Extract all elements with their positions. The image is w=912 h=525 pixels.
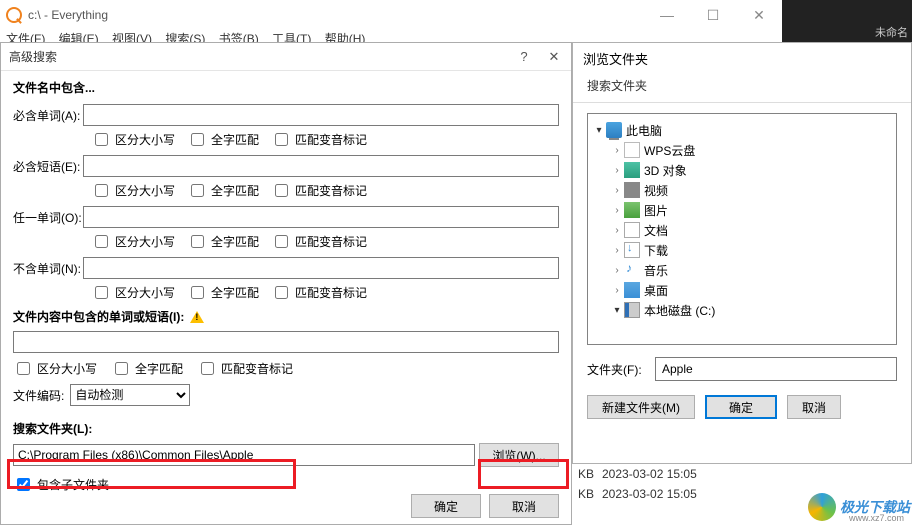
all-words-input[interactable] <box>83 104 559 126</box>
tree-item[interactable]: ›WPS云盘 <box>590 140 894 160</box>
any-word-label: 任一单词(O): <box>13 209 83 226</box>
warning-icon <box>190 311 204 323</box>
folder-field-input[interactable] <box>655 357 897 381</box>
dialog-titlebar: 高级搜索 ? ✕ <box>1 43 571 71</box>
maximize-button[interactable]: ☐ <box>690 0 736 30</box>
whole-word-checkbox[interactable]: 全字匹配 <box>187 130 259 149</box>
none-word-label: 不含单词(N): <box>13 260 83 277</box>
app-icon <box>6 7 22 23</box>
folder-icon <box>624 142 640 158</box>
folder-icon <box>624 222 640 238</box>
browse-cancel-button[interactable]: 取消 <box>787 395 841 419</box>
encoding-label: 文件编码: <box>13 387 64 404</box>
tree-item[interactable]: ›桌面 <box>590 280 894 300</box>
content-section-header: 文件内容中包含的单词或短语(I): <box>13 308 559 325</box>
folder-field-label: 文件夹(F): <box>587 361 647 378</box>
main-menubar[interactable]: 文件(F) 编辑(E) 视图(V) 搜索(S) 书签(B) 工具(T) 帮助(H… <box>0 30 782 42</box>
folder-icon <box>606 122 622 138</box>
tree-item[interactable]: ›音乐 <box>590 260 894 280</box>
content-input[interactable] <box>13 331 559 353</box>
none-word-input[interactable] <box>83 257 559 279</box>
search-folder-label: 搜索文件夹(L): <box>13 420 559 437</box>
search-folder-input[interactable] <box>13 444 475 466</box>
tree-item[interactable]: ▾本地磁盘 (C:) <box>590 300 894 320</box>
watermark: 极光下载站 www.xz7.com <box>808 493 910 521</box>
new-folder-button[interactable]: 新建文件夹(M) <box>587 395 695 419</box>
folder-icon <box>624 302 640 318</box>
dialog-title: 高级搜索 <box>9 48 57 65</box>
phrase-input[interactable] <box>83 155 559 177</box>
filename-section-header: 文件名中包含... <box>13 79 559 96</box>
advanced-search-dialog: 高级搜索 ? ✕ 文件名中包含... 必含单词(A): 区分大小写 全字匹配 匹… <box>0 42 572 525</box>
background-window-strip: 未命名 <box>782 0 912 42</box>
folder-tree[interactable]: ▾此电脑›WPS云盘›3D 对象›视频›图片›文档›下载›音乐›桌面▾本地磁盘 … <box>587 113 897 345</box>
list-item: KB2023-03-02 15:05 <box>572 464 912 484</box>
phrase-label: 必含短语(E): <box>13 158 83 175</box>
tree-item[interactable]: ›下载 <box>590 240 894 260</box>
main-window-title: c:\ - Everything <box>28 8 108 22</box>
include-subfolders-label: 包含子文件夹 <box>37 476 109 493</box>
tree-item[interactable]: ›文档 <box>590 220 894 240</box>
folder-icon <box>624 242 640 258</box>
main-window-controls: — ☐ ✕ <box>644 0 782 30</box>
watermark-logo-icon <box>808 493 836 521</box>
browse-dialog-title: 浏览文件夹 <box>573 43 911 73</box>
ok-button[interactable]: 确定 <box>411 494 481 518</box>
folder-icon <box>624 282 640 298</box>
dialog-close-button[interactable]: ✕ <box>539 46 569 68</box>
tree-item[interactable]: ›3D 对象 <box>590 160 894 180</box>
tree-item[interactable]: ›图片 <box>590 200 894 220</box>
browse-folder-dialog: 浏览文件夹 搜索文件夹 ▾此电脑›WPS云盘›3D 对象›视频›图片›文档›下载… <box>572 42 912 464</box>
include-subfolders-checkbox[interactable] <box>17 478 30 491</box>
close-button[interactable]: ✕ <box>736 0 782 30</box>
folder-icon <box>624 162 640 178</box>
encoding-select[interactable]: 自动检测 <box>70 384 190 406</box>
browse-button[interactable]: 浏览(W)... <box>479 443 559 467</box>
minimize-button[interactable]: — <box>644 0 690 30</box>
tree-item[interactable]: ›视频 <box>590 180 894 200</box>
diacritic-checkbox[interactable]: 匹配变音标记 <box>271 130 367 149</box>
tree-item[interactable]: ▾此电脑 <box>590 120 894 140</box>
case-checkbox[interactable]: 区分大小写 <box>91 130 175 149</box>
browse-ok-button[interactable]: 确定 <box>705 395 777 419</box>
folder-icon <box>624 182 640 198</box>
cancel-button[interactable]: 取消 <box>489 494 559 518</box>
browse-dialog-instruction: 搜索文件夹 <box>573 73 911 102</box>
any-word-input[interactable] <box>83 206 559 228</box>
dialog-help-button[interactable]: ? <box>509 46 539 68</box>
all-words-label: 必含单词(A): <box>13 107 83 124</box>
folder-icon <box>624 262 640 278</box>
folder-icon <box>624 202 640 218</box>
